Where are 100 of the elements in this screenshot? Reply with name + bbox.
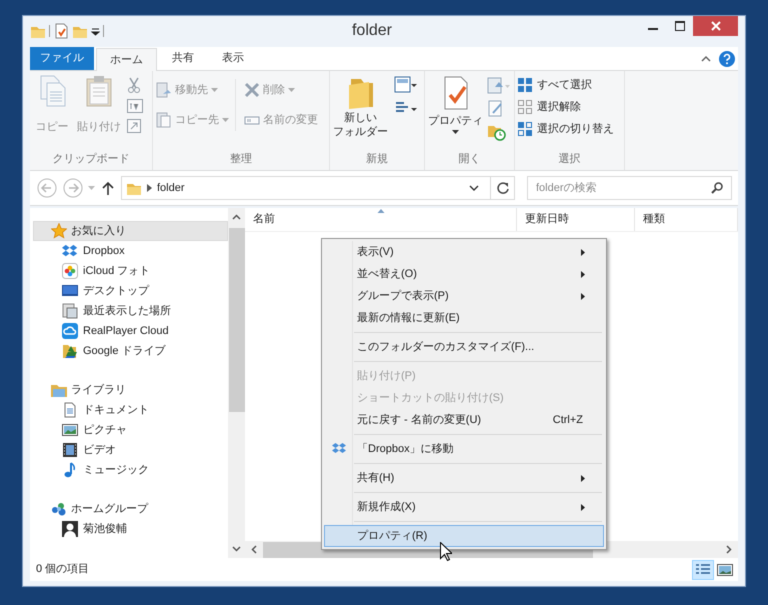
menu-item[interactable]: このフォルダーのカスタマイズ(F)... (324, 336, 604, 358)
nav-item[interactable]: Google ドライブ (33, 341, 228, 361)
search-field[interactable]: folderの検索 (527, 176, 732, 200)
nav-item[interactable]: デスクトップ (33, 281, 228, 302)
new-folder-button[interactable]: 新しい フォルダー (333, 75, 388, 139)
delete-icon (244, 82, 260, 98)
sort-arrow-icon (377, 209, 384, 213)
history-caret-icon (88, 186, 95, 190)
menu-item[interactable]: 元に戻す - 名前の変更(U) Ctrl+Z (324, 409, 604, 431)
user-icon (62, 521, 78, 538)
ribbon-tab[interactable]: 共有 (159, 47, 207, 70)
group-label: 整理 (230, 152, 252, 166)
caret-icon (288, 88, 295, 92)
column-header[interactable]: 種類 (635, 208, 738, 231)
close-button[interactable] (693, 16, 738, 36)
scroll-right-icon (726, 545, 732, 554)
submenu-arrow-icon (581, 248, 585, 256)
back-icon (37, 178, 57, 198)
pictures-icon (62, 422, 78, 438)
caret-icon (452, 130, 459, 134)
forward-icon (63, 178, 83, 198)
menu-item[interactable]: 新規作成(X) (324, 496, 604, 518)
photos-icon (62, 263, 78, 280)
column-header[interactable]: 更新日時 (517, 208, 635, 231)
nav-item[interactable]: iCloud フォト (33, 261, 228, 282)
scroll-down-icon (232, 546, 241, 552)
menu-item[interactable]: 並べ替え(O) (324, 263, 604, 285)
view-button[interactable] (692, 560, 714, 580)
scissors-icon (127, 77, 141, 93)
menu-item[interactable]: 最新の情報に更新(E) (324, 307, 604, 329)
nav-item[interactable]: ピクチャ (33, 420, 228, 440)
invert-selection-button[interactable]: 選択の切り替え (518, 119, 614, 139)
menu-item[interactable]: グループで表示(P) (324, 285, 604, 307)
music-icon (62, 462, 78, 478)
large-icons-view-icon (717, 562, 733, 576)
copy-path-icon (127, 99, 143, 113)
scrollbar[interactable] (228, 208, 245, 558)
ribbon-tab[interactable]: ホーム (96, 48, 157, 71)
breadcrumb-arrow-icon (147, 184, 152, 192)
menu-item[interactable]: 表示(V) (324, 241, 604, 263)
minimize-icon (648, 28, 658, 30)
dropbox-icon (332, 442, 346, 456)
refresh-icon (496, 182, 508, 194)
menu-item[interactable]: プロパティ(R) (324, 525, 604, 547)
shortcut-icon (127, 119, 141, 133)
select-none-button[interactable]: 選択解除 (518, 97, 614, 117)
group-label: クリップボード (52, 152, 130, 166)
clipboard-icon (84, 75, 114, 107)
history-icon (487, 123, 507, 141)
library-icon (51, 382, 67, 398)
window-title: folder (352, 21, 392, 41)
status-text: 0 個の項目 (36, 562, 90, 578)
nav-item[interactable]: 最近表示した場所 (33, 301, 228, 322)
collapse-icon (701, 55, 711, 62)
file-tab[interactable]: ファイル (30, 47, 94, 70)
recent-places-icon (62, 303, 78, 320)
nav-group-header[interactable]: ホームグループ (33, 499, 228, 520)
shortcut-text: Ctrl+Z (552, 412, 583, 428)
document-icon (62, 402, 78, 418)
nav-item[interactable]: RealPlayer Cloud (33, 321, 228, 341)
move-icon (156, 82, 172, 98)
dropdown-icon (469, 185, 479, 191)
nav-item[interactable]: ビデオ (33, 440, 228, 460)
nav-group-header[interactable]: ライブラリ (33, 380, 228, 400)
nav-item[interactable]: ミュージック (33, 460, 228, 480)
homegroup-icon (51, 501, 67, 518)
submenu-arrow-icon (581, 474, 585, 482)
address-bar[interactable]: folder (121, 176, 515, 200)
submenu-arrow-icon (581, 270, 585, 278)
maximize-icon (674, 21, 684, 31)
invert-selection-icon (518, 122, 532, 136)
ribbon-tab[interactable]: 表示 (209, 47, 257, 70)
up-arrow-icon (102, 181, 114, 195)
star-icon (51, 223, 67, 240)
select-all-icon (518, 78, 532, 92)
new-item-icon (394, 76, 418, 94)
submenu-arrow-icon (581, 504, 585, 510)
search-icon (711, 182, 723, 194)
help-icon (719, 51, 735, 67)
properties-button[interactable]: プロパティ (428, 75, 483, 141)
nav-item[interactable]: 菊池俊輔 (33, 519, 228, 540)
scroll-left-icon (251, 545, 257, 554)
video-icon (62, 442, 78, 458)
nav-group-header[interactable]: お気に入り (33, 221, 228, 242)
nav-item[interactable]: Dropbox (33, 241, 228, 262)
scrollbar-thumb[interactable] (228, 228, 244, 412)
drive-folder-icon (62, 342, 78, 359)
column-header[interactable]: 名前 (245, 208, 517, 231)
group-label: 選択 (558, 152, 580, 166)
caret-icon (222, 118, 229, 122)
select-none-icon (518, 100, 532, 114)
menu-item[interactable]: 「Dropbox」に移動 (324, 438, 604, 460)
select-all-button[interactable]: すべて選択 (518, 75, 614, 95)
dropbox-icon (62, 243, 78, 260)
submenu-arrow-icon (581, 292, 585, 300)
caret-icon (211, 88, 218, 92)
menu-item[interactable]: 共有(H) (324, 467, 604, 489)
copy-to-icon (156, 112, 172, 128)
nav-item[interactable]: ドキュメント (33, 400, 228, 420)
open-icon (487, 77, 511, 95)
